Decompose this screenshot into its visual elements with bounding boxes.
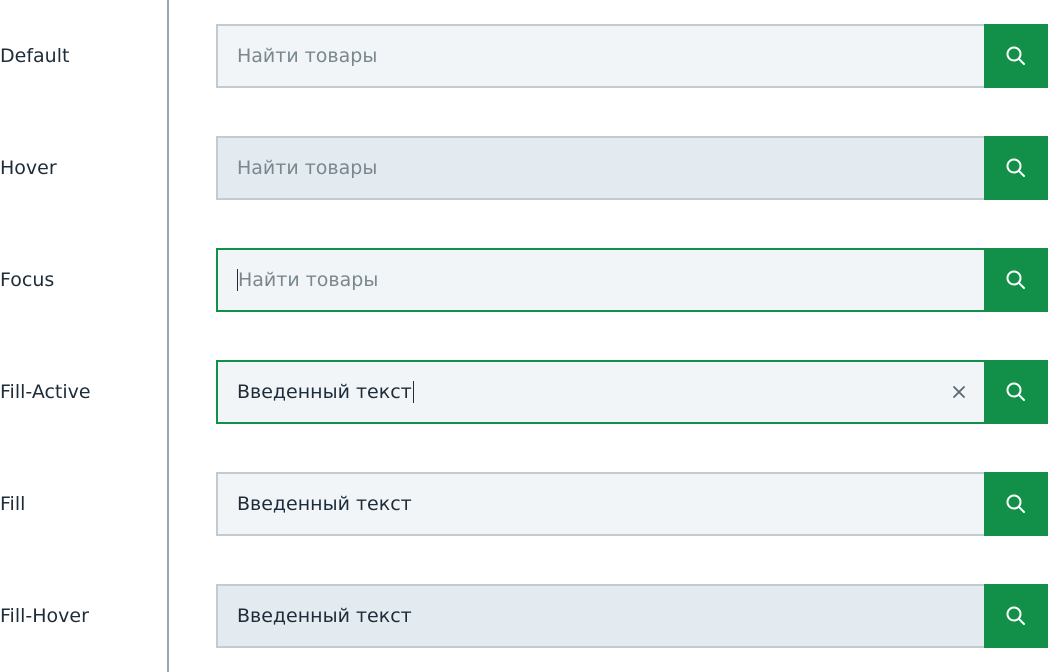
state-label-fill-active: Fill-Active xyxy=(0,381,91,403)
search-input[interactable]: Введенный текст xyxy=(216,360,984,424)
search-input[interactable]: Введенный текст xyxy=(216,584,984,648)
search-button[interactable] xyxy=(984,24,1048,88)
search-bar-fill: Введенный текст xyxy=(216,472,1048,536)
search-value: Введенный текст xyxy=(237,605,412,627)
search-input[interactable]: Найти товары xyxy=(216,248,984,312)
search-icon xyxy=(1006,46,1025,65)
search-icon xyxy=(1006,382,1025,401)
search-input[interactable]: Введенный текст xyxy=(216,472,984,536)
search-input[interactable]: Найти товары xyxy=(216,24,984,88)
search-placeholder: Найти товары xyxy=(238,269,379,291)
search-button[interactable] xyxy=(984,584,1048,648)
state-label-focus: Focus xyxy=(0,269,55,291)
search-icon xyxy=(1006,494,1025,513)
search-bar-focus: Найти товары xyxy=(216,248,1048,312)
state-label-default: Default xyxy=(0,45,70,67)
search-icon xyxy=(1006,606,1025,625)
search-bar-fill-hover: Введенный текст xyxy=(216,584,1048,648)
close-icon[interactable] xyxy=(951,384,967,400)
state-label-hover: Hover xyxy=(0,157,57,179)
search-button[interactable] xyxy=(984,360,1048,424)
search-states-page: Default Найти товары Hover Найти товары … xyxy=(0,0,1048,672)
text-caret xyxy=(412,381,414,403)
search-placeholder: Найти товары xyxy=(237,45,378,67)
search-value: Введенный текст xyxy=(237,493,412,515)
search-button[interactable] xyxy=(984,248,1048,312)
search-icon xyxy=(1006,158,1025,177)
search-bar-default: Найти товары xyxy=(216,24,1048,88)
column-divider xyxy=(167,0,169,672)
state-label-fill-hover: Fill-Hover xyxy=(0,605,89,627)
search-icon xyxy=(1006,270,1025,289)
search-button[interactable] xyxy=(984,472,1048,536)
search-bar-hover: Найти товары xyxy=(216,136,1048,200)
state-label-fill: Fill xyxy=(0,493,26,515)
search-input[interactable]: Найти товары xyxy=(216,136,984,200)
search-placeholder: Найти товары xyxy=(237,157,378,179)
search-button[interactable] xyxy=(984,136,1048,200)
search-value: Введенный текст xyxy=(237,381,412,403)
search-bar-fill-active: Введенный текст xyxy=(216,360,1048,424)
